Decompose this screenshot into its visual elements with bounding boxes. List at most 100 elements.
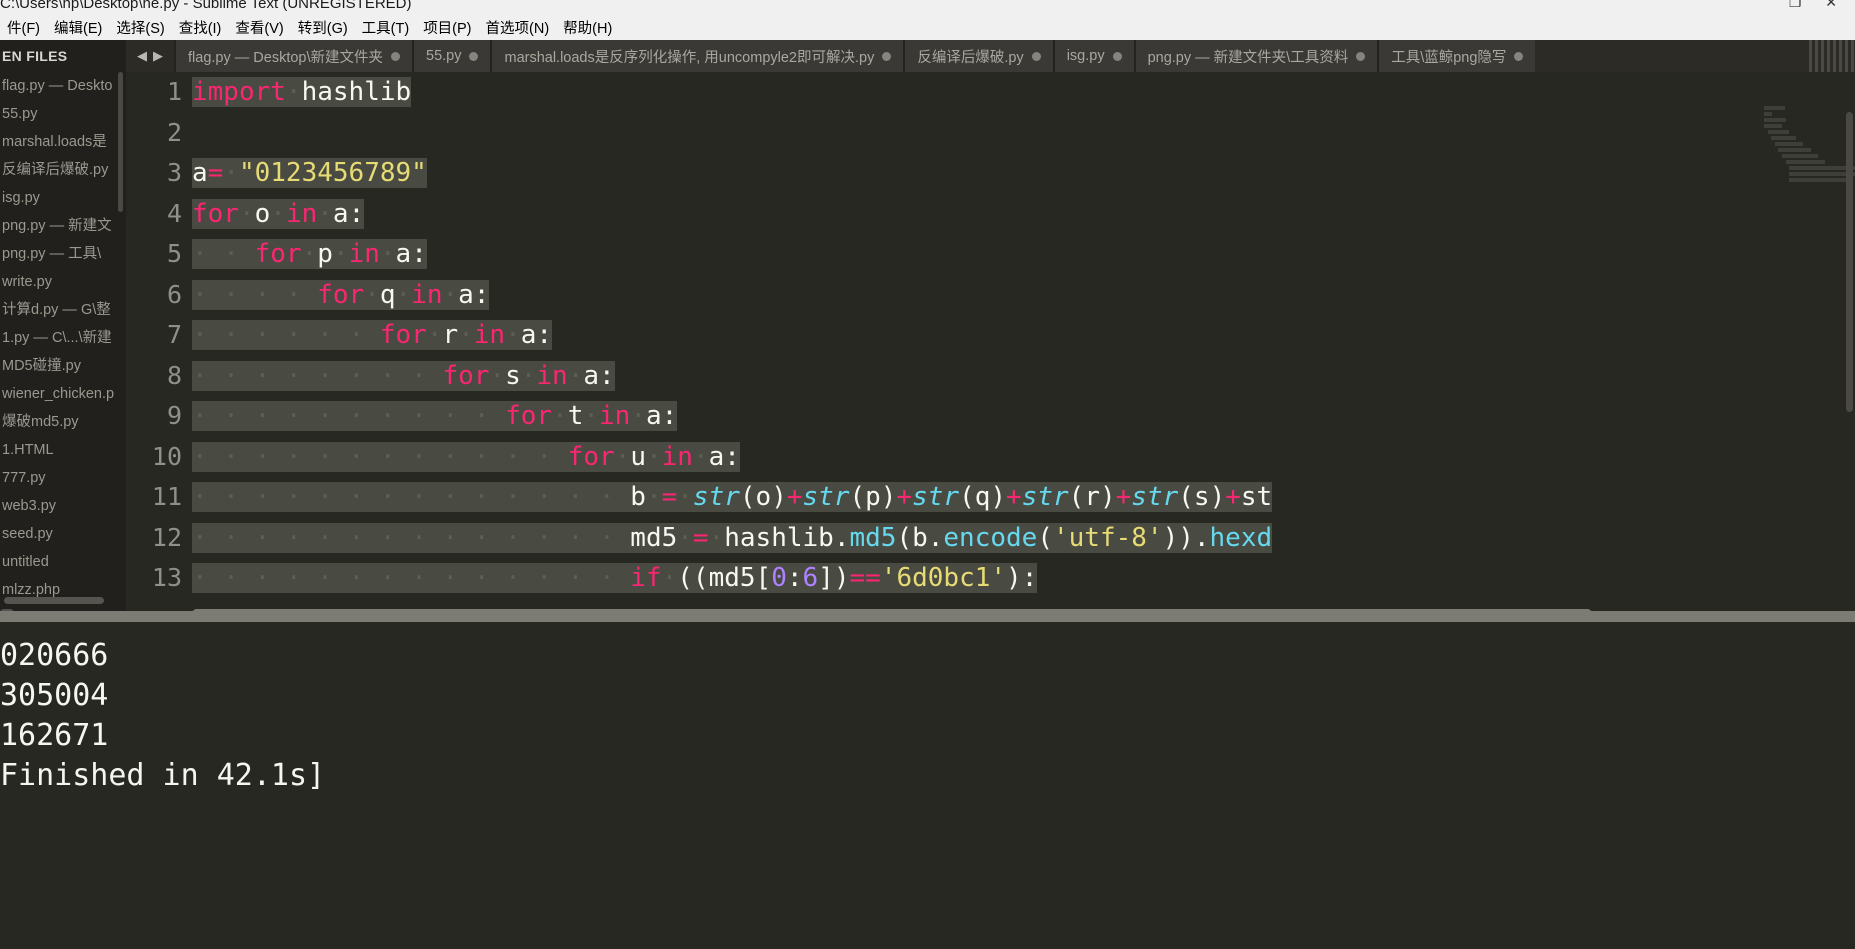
sidebar-file-item[interactable]: png.py — 新建文	[0, 212, 126, 240]
tab-modified-dot-icon[interactable]	[469, 51, 479, 61]
menu-item-5[interactable]: 转到(G)	[291, 15, 355, 40]
sidebar-file-item[interactable]: MD5碰撞.py	[0, 352, 126, 380]
editor-tab[interactable]: png.py — 新建文件夹\工具资料	[1133, 40, 1378, 72]
code-line[interactable]: · · for·p·in·a:	[192, 234, 1855, 275]
minimap-line	[1774, 142, 1804, 146]
tab-bar-scrollbar[interactable]	[1809, 40, 1855, 72]
code-line-text: · · · · · · · · for·s·in·a:	[192, 360, 615, 391]
line-number: 4	[166, 198, 182, 228]
code-line[interactable]: · · · · for·q·in·a:	[192, 275, 1855, 316]
sidebar-file-item[interactable]: write.py	[0, 268, 126, 296]
sidebar-file-list: flag.py — Deskto 55.py marshal.loads是 反编译后爆…	[0, 72, 126, 604]
sidebar-horizontal-scrollbar[interactable]	[4, 597, 104, 604]
line-number: 1	[166, 77, 182, 106]
code-line[interactable]: · · · · · · · · · · · · · · if·((md5[0:6…	[192, 558, 1855, 599]
minimap-line	[1778, 148, 1811, 152]
menu-item-7[interactable]: 项目(P)	[416, 15, 478, 40]
tab-prev-icon[interactable]: ◀	[137, 48, 147, 64]
sidebar-file-item[interactable]: 55.py	[0, 100, 126, 128]
sidebar-file-item[interactable]: 1.HTML	[0, 436, 126, 464]
sidebar-file-item[interactable]: 爆破md5.py	[0, 408, 126, 436]
menu-item-6[interactable]: 工具(T)	[355, 15, 417, 40]
editor-tab[interactable]: marshal.loads是反序列化操作, 用uncompyle2即可解决.py	[490, 40, 904, 72]
tab-modified-dot-icon[interactable]	[882, 51, 892, 61]
tab-navigation: ◀ ▶	[126, 40, 174, 72]
code-line-text: · · · · · · · · · · for·t·in·a:	[192, 401, 678, 431]
tab-modified-dot-icon[interactable]	[1031, 51, 1041, 61]
menu-bar: 件(F) 编辑(E) 选择(S) 查找(I) 查看(V) 转到(G) 工具(T) 项目(P) 首…	[0, 14, 1855, 40]
minimap-line	[1785, 160, 1826, 164]
menu-item-1[interactable]: 编辑(E)	[47, 15, 109, 40]
code-line[interactable]: · · · · · · · · · · · · for·u·in·a:	[192, 437, 1855, 478]
code-line[interactable]: · · · · · · · · · · · · · · md5·=·hashli…	[192, 518, 1855, 559]
sidebar-file-item[interactable]: 777.py	[0, 464, 126, 492]
minimap-line	[1764, 124, 1782, 128]
code-line-text: · · · · · · · · · · · · · · b·=·str(o)+s…	[192, 482, 1273, 512]
code-line[interactable]: · · · · · · · · for·s·in·a:	[192, 356, 1855, 397]
tab-modified-dot-icon[interactable]	[1514, 51, 1524, 61]
workspace: EN FILES flag.py — Deskto 55.py marshal.lo…	[0, 40, 1855, 622]
editor-tab[interactable]: 反编译后爆破.py	[903, 40, 1053, 72]
code-editor[interactable]: 1 2 3 4 5 6 7 8 9 10 11 12 13 import·hashlib a=·"012…	[126, 72, 1855, 622]
sidebar-file-item[interactable]: png.py — 工具\	[0, 240, 126, 268]
tab-label: flag.py — Desktop\新建文件夹	[188, 49, 383, 66]
window-title: C:\Users\hp\Desktop\he.py - Sublime Text…	[0, 0, 412, 12]
tab-modified-dot-icon[interactable]	[391, 51, 400, 61]
menu-item-0[interactable]: 件(F)	[0, 15, 47, 40]
code-line-text: a=·"0123456789"	[192, 158, 427, 188]
menu-item-3[interactable]: 查找(I)	[172, 15, 229, 40]
tab-modified-dot-icon[interactable]	[1356, 51, 1366, 61]
code-line[interactable]: · · · · · · · · · · for·t·in·a:	[192, 396, 1855, 437]
sidebar-file-item[interactable]: 反编译后爆破.py	[0, 156, 126, 184]
code-line[interactable]: a=·"0123456789"	[192, 153, 1855, 194]
sidebar-file-item[interactable]: untitled	[0, 548, 126, 576]
tab-strip: flag.py — Desktop\新建文件夹 55.py marshal.load…	[174, 40, 1536, 72]
tab-next-icon[interactable]: ▶	[153, 48, 163, 64]
line-number: 9	[166, 401, 182, 430]
menu-item-8[interactable]: 首选项(N)	[479, 15, 557, 40]
code-line[interactable]: · · · · · · · · · · · · · · b·=·str(o)+s…	[192, 477, 1855, 518]
tab-label: 工具\蓝鲸png隐写	[1391, 49, 1507, 66]
console-output-line: 162671	[0, 718, 109, 753]
code-line-text: for·o·in·a:	[192, 198, 365, 229]
sidebar-file-item[interactable]: 计算d.py — G\整	[0, 296, 126, 324]
sidebar-file-item[interactable]: wiener_chicken.p	[0, 380, 126, 408]
tab-label: 反编译后爆破.py	[917, 49, 1024, 66]
sidebar-file-item[interactable]: seed.py	[0, 520, 126, 548]
code-line-text: · · · · · · · · · · · · · · if·((md5[0:6…	[192, 563, 1038, 593]
sidebar-file-item[interactable]: isg.py	[0, 184, 126, 212]
code-line[interactable]: import·hashlib	[192, 72, 1855, 113]
editor-vertical-scrollbar[interactable]	[1846, 112, 1853, 412]
menu-item-2[interactable]: 选择(S)	[109, 15, 171, 40]
tab-label: 55.py	[426, 48, 462, 64]
code-line[interactable]: · · · · · · for·r·in·a:	[192, 315, 1855, 356]
menu-item-9[interactable]: 帮助(H)	[556, 15, 619, 40]
code-line[interactable]: for·o·in·a:	[192, 194, 1855, 235]
code-content[interactable]: import·hashlib a=·"0123456789" for·o·in·a…	[192, 72, 1855, 622]
code-line[interactable]	[192, 113, 1855, 154]
tab-bar: ◀ ▶ flag.py — Desktop\新建文件夹 55.py marshal.…	[126, 40, 1855, 72]
sidebar: EN FILES flag.py — Deskto 55.py marshal.lo…	[0, 40, 126, 622]
code-line-text: · · · · · · · · · · · · for·u·in·a:	[192, 441, 740, 472]
minimap[interactable]	[1761, 104, 1855, 622]
sidebar-file-item[interactable]: marshal.loads是	[0, 128, 126, 156]
editor-tab[interactable]: isg.py	[1052, 40, 1134, 72]
code-line-text: · · · · · · for·r·in·a:	[192, 320, 553, 350]
sidebar-file-item[interactable]: 1.py — C\...\新建	[0, 324, 126, 352]
menu-item-4[interactable]: 查看(V)	[228, 15, 290, 40]
editor-tab[interactable]: 55.py	[412, 40, 491, 72]
line-number: 10	[151, 441, 182, 471]
tab-modified-dot-icon[interactable]	[1112, 51, 1122, 61]
panel-divider[interactable]	[0, 611, 1855, 622]
sidebar-file-item[interactable]: web3.py	[0, 492, 126, 520]
editor-tab[interactable]: 工具\蓝鲸png隐写	[1377, 40, 1536, 72]
editor-tab[interactable]: flag.py — Desktop\新建文件夹	[174, 40, 412, 72]
sidebar-file-item[interactable]: flag.py — Deskto	[0, 72, 126, 100]
code-line-text: · · · · for·q·in·a:	[192, 279, 490, 310]
line-number: 5	[166, 239, 182, 268]
tab-label: marshal.loads是反序列化操作, 用uncompyle2即可解决.py	[504, 49, 875, 66]
window-controls[interactable]: ❐ ✕	[1789, 0, 1847, 11]
sidebar-vertical-scrollbar[interactable]	[118, 72, 123, 212]
minimap-line	[1782, 154, 1818, 158]
minimap-line	[1789, 178, 1846, 182]
